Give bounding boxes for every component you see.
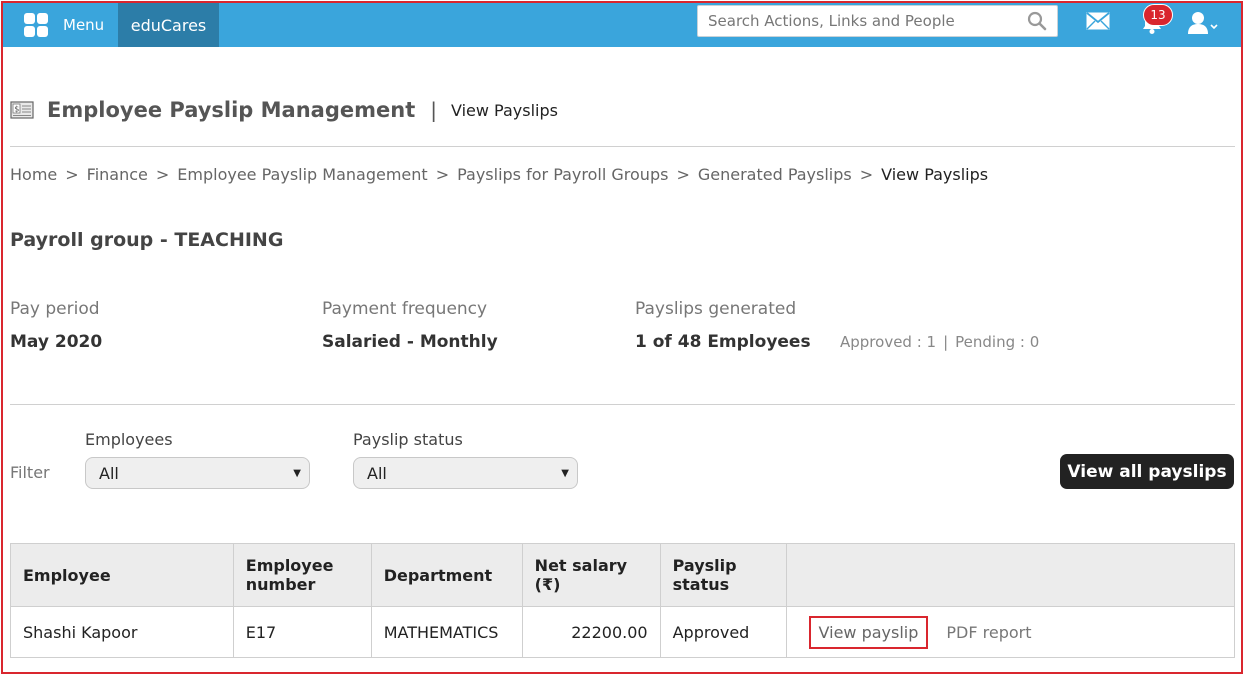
breadcrumb-employee-payslip-management[interactable]: Employee Payslip Management bbox=[177, 165, 427, 184]
column-header-net-salary: Net salary (₹) bbox=[521, 543, 661, 607]
breadcrumb-home[interactable]: Home bbox=[10, 165, 57, 184]
column-header-actions bbox=[785, 543, 1236, 607]
cell-net-salary: 22200.00 bbox=[521, 606, 661, 658]
cell-employee-number: E17 bbox=[232, 606, 372, 658]
payslip-status-select[interactable]: All ▼ bbox=[353, 457, 578, 489]
breadcrumb-current: View Payslips bbox=[881, 165, 989, 184]
pending-count: Pending : 0 bbox=[955, 333, 1040, 351]
cell-payslip-status: Approved bbox=[659, 606, 787, 658]
pdf-report-link[interactable]: PDF report bbox=[946, 623, 1031, 642]
breadcrumb-separator: > bbox=[65, 165, 79, 184]
payment-frequency-label: Payment frequency bbox=[322, 299, 488, 319]
column-header-employee: Employee bbox=[10, 543, 234, 607]
page-header: $ Employee Payslip Management | View Pay… bbox=[10, 94, 558, 126]
menu-button[interactable]: Menu bbox=[3, 3, 118, 47]
breadcrumb-generated-payslips[interactable]: Generated Payslips bbox=[698, 165, 852, 184]
employees-select[interactable]: All ▼ bbox=[85, 457, 310, 489]
breadcrumb-finance[interactable]: Finance bbox=[87, 165, 148, 184]
filter-label: Filter bbox=[10, 463, 50, 482]
menu-grid-icon bbox=[24, 13, 48, 37]
column-header-employee-number: Employee number bbox=[232, 543, 372, 607]
breadcrumb-separator: > bbox=[435, 165, 450, 184]
app-name-tab[interactable]: eduCares bbox=[118, 3, 219, 47]
table-header-row: Employee Employee number Department Net … bbox=[10, 543, 1236, 607]
search-icon[interactable] bbox=[1023, 7, 1051, 35]
payslip-status-filter-label: Payslip status bbox=[353, 430, 463, 449]
notification-badge: 13 bbox=[1143, 4, 1173, 26]
approval-summary: Approved : 1 | Pending : 0 bbox=[840, 333, 1039, 351]
chevron-down-icon: ▼ bbox=[561, 467, 569, 479]
payment-frequency-value: Salaried - Monthly bbox=[322, 332, 498, 352]
employees-filter-label: Employees bbox=[85, 430, 173, 449]
table-row: Shashi Kapoor E17 MATHEMATICS 22200.00 A… bbox=[10, 606, 1236, 658]
payslips-generated-label: Payslips generated bbox=[635, 299, 797, 319]
view-payslip-link[interactable]: View payslip bbox=[808, 615, 929, 649]
divider bbox=[10, 146, 1235, 147]
pay-period-label: Pay period bbox=[10, 299, 100, 319]
breadcrumb-separator: > bbox=[155, 165, 170, 184]
view-all-payslips-button[interactable]: View all payslips bbox=[1060, 454, 1234, 489]
title-separator: | bbox=[430, 98, 437, 122]
breadcrumb: Home > Finance > Employee Payslip Management… bbox=[10, 165, 988, 184]
page-title: Employee Payslip Management bbox=[47, 98, 416, 122]
pay-period-value: May 2020 bbox=[10, 332, 103, 352]
approval-separator: | bbox=[943, 333, 949, 351]
page-subtitle: View Payslips bbox=[450, 100, 558, 120]
payroll-group-title: Payroll group - TEACHING bbox=[10, 229, 284, 251]
mail-icon[interactable] bbox=[1086, 12, 1110, 32]
payslips-generated-value: 1 of 48 Employees bbox=[635, 332, 811, 352]
employees-select-value: All bbox=[99, 463, 119, 483]
breadcrumb-separator: > bbox=[859, 165, 874, 184]
chevron-down-icon: ▼ bbox=[293, 467, 301, 479]
user-icon[interactable] bbox=[1187, 10, 1219, 36]
breadcrumb-separator: > bbox=[676, 165, 690, 184]
payslips-table: Employee Employee number Department Net … bbox=[10, 543, 1236, 658]
menu-label: Menu bbox=[63, 16, 105, 34]
cell-department: MATHEMATICS bbox=[370, 606, 523, 658]
column-header-payslip-status: Payslip status bbox=[659, 543, 787, 607]
column-header-department: Department bbox=[370, 543, 523, 607]
cell-actions: View payslip PDF report bbox=[785, 606, 1236, 658]
breadcrumb-payslips-for-payroll-groups[interactable]: Payslips for Payroll Groups bbox=[457, 165, 668, 184]
search-box bbox=[697, 5, 1058, 37]
payslip-status-select-value: All bbox=[367, 463, 387, 483]
approved-count: Approved : 1 bbox=[840, 333, 937, 351]
cell-employee-name: Shashi Kapoor bbox=[10, 606, 234, 658]
payslip-icon: $ bbox=[10, 101, 34, 119]
divider bbox=[10, 404, 1235, 405]
search-input[interactable] bbox=[698, 7, 1023, 35]
svg-text:$: $ bbox=[14, 105, 19, 114]
